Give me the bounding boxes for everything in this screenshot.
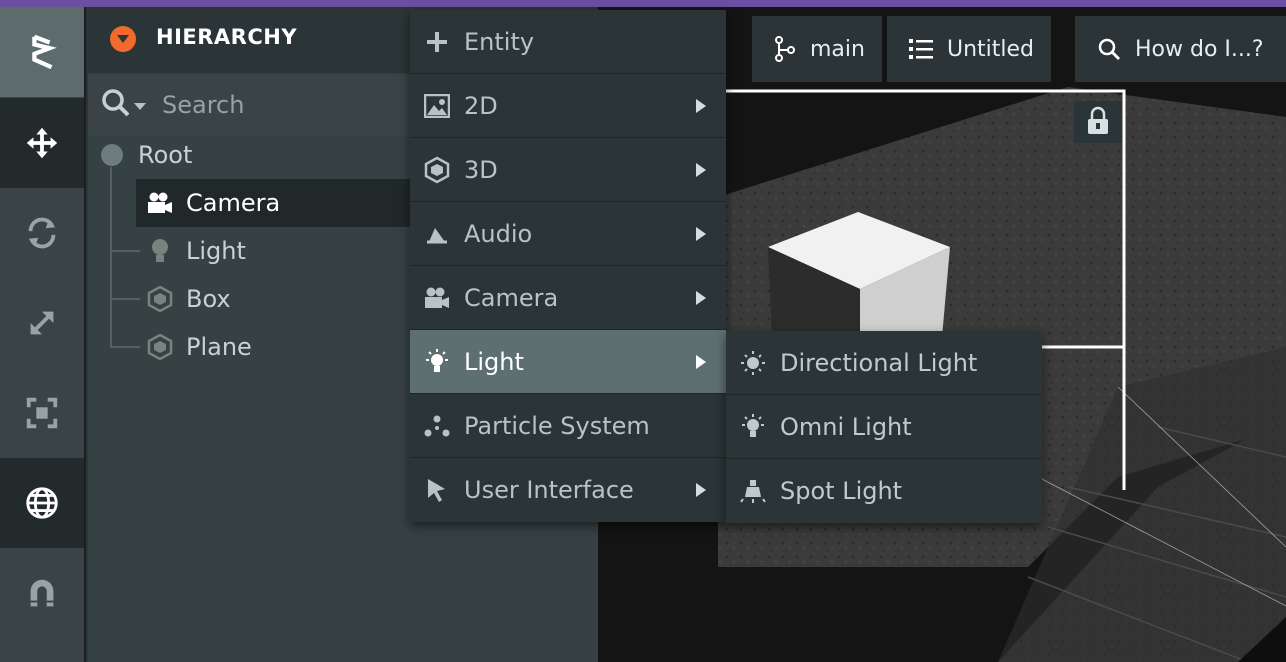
translate-icon <box>26 127 58 159</box>
tree-node-plane[interactable]: Plane <box>136 323 412 371</box>
node-label: Light <box>186 237 246 265</box>
logo-button[interactable] <box>0 7 84 97</box>
snap-icon <box>30 579 54 607</box>
tool-bar <box>0 7 84 662</box>
tree-node-box[interactable]: Box <box>136 275 412 323</box>
root-icon <box>98 141 126 169</box>
scale-icon <box>30 311 54 335</box>
menu-item-label: 3D <box>464 155 498 184</box>
menu-item-label: Audio <box>464 219 533 248</box>
submenu-item-spot-light[interactable]: Spot Light <box>726 459 1042 523</box>
menu-item-entity[interactable]: Entity <box>410 10 726 74</box>
scale-tool[interactable] <box>0 278 84 368</box>
tree-guide <box>110 167 112 347</box>
tree-node-camera[interactable]: Camera <box>136 179 412 227</box>
directional-light-icon <box>738 348 768 378</box>
editor-app: HIERARCHY Root Camera Light Box <box>0 0 1286 662</box>
node-label: Box <box>186 285 231 313</box>
submenu-arrow-icon <box>696 163 706 177</box>
submenu-item-omni-light[interactable]: Omni Light <box>726 395 1042 459</box>
submenu-arrow-icon <box>696 99 706 113</box>
menu-item-label: Light <box>464 347 524 376</box>
search-options-chevron-icon[interactable] <box>134 103 146 110</box>
rotate-icon <box>28 217 56 249</box>
hexagon-icon <box>422 155 452 185</box>
spot-light-icon <box>738 476 768 506</box>
tree-node-light[interactable]: Light <box>136 227 412 275</box>
plus-icon <box>422 27 452 57</box>
submenu-item-label: Directional Light <box>780 348 978 377</box>
list-icon <box>909 39 933 59</box>
menu-item-label: Camera <box>464 283 559 312</box>
submenu-arrow-icon <box>696 291 706 305</box>
add-entity-menu: Entity 2D 3D Audio Camera Light Particle… <box>410 10 726 522</box>
menu-item-label: User Interface <box>464 476 634 504</box>
menu-item-label: 2D <box>464 91 498 120</box>
node-label: Plane <box>186 333 252 361</box>
top-accent-strip <box>0 0 1286 7</box>
translate-tool[interactable] <box>0 98 84 188</box>
help-search-button[interactable]: How do I...? <box>1075 16 1286 82</box>
particles-icon <box>422 411 452 441</box>
submenu-arrow-icon <box>696 355 706 369</box>
menu-item-audio[interactable]: Audio <box>410 202 726 266</box>
collapse-panel-button[interactable] <box>110 26 136 52</box>
camera-icon <box>422 283 452 313</box>
image-icon <box>422 91 452 121</box>
hexagon-icon <box>146 285 174 313</box>
menu-item-camera[interactable]: Camera <box>410 266 726 330</box>
world-space-toggle[interactable] <box>0 458 84 548</box>
menu-item-user-interface[interactable]: User Interface <box>410 458 726 522</box>
rotate-tool[interactable] <box>0 188 84 278</box>
audio-icon <box>422 219 452 249</box>
submenu-item-label: Spot Light <box>780 477 903 505</box>
menu-item-2d[interactable]: 2D <box>410 74 726 138</box>
submenu-arrow-icon <box>696 483 706 497</box>
tree-node-root[interactable]: Root <box>98 131 398 179</box>
menu-item-3d[interactable]: 3D <box>410 138 726 202</box>
search-icon <box>1098 38 1120 60</box>
panel-title: HIERARCHY <box>156 25 298 49</box>
help-label: How do I...? <box>1135 36 1264 62</box>
world-icon <box>26 487 58 519</box>
submenu-item-directional-light[interactable]: Directional Light <box>726 331 1042 395</box>
branch-icon <box>775 36 795 62</box>
node-label: Camera <box>186 189 281 217</box>
camera-icon <box>146 189 174 217</box>
bulb-icon <box>146 237 174 265</box>
search-icon[interactable] <box>100 87 132 119</box>
menu-item-light[interactable]: Light <box>410 330 726 394</box>
checkpoint-label: Untitled <box>947 36 1035 62</box>
branch-button[interactable]: main <box>752 16 882 82</box>
menu-item-particle-system[interactable]: Particle System <box>410 394 726 458</box>
node-label: Root <box>138 141 193 169</box>
submenu-arrow-icon <box>696 227 706 241</box>
omni-light-icon <box>738 412 768 442</box>
light-submenu: Directional Light Omni Light Spot Light <box>726 331 1042 523</box>
logo-icon <box>32 34 57 70</box>
menu-item-label: Particle System <box>464 411 650 440</box>
checkpoint-button[interactable]: Untitled <box>887 16 1051 82</box>
bulb-icon <box>422 347 452 377</box>
submenu-item-label: Omni Light <box>780 412 912 441</box>
hexagon-icon <box>146 333 174 361</box>
cursor-icon <box>422 475 452 505</box>
resize-tool[interactable] <box>0 368 84 458</box>
menu-item-label: Entity <box>464 27 535 56</box>
branch-label: main <box>810 36 865 62</box>
resize-icon <box>26 397 58 429</box>
snap-toggle[interactable] <box>0 548 84 638</box>
